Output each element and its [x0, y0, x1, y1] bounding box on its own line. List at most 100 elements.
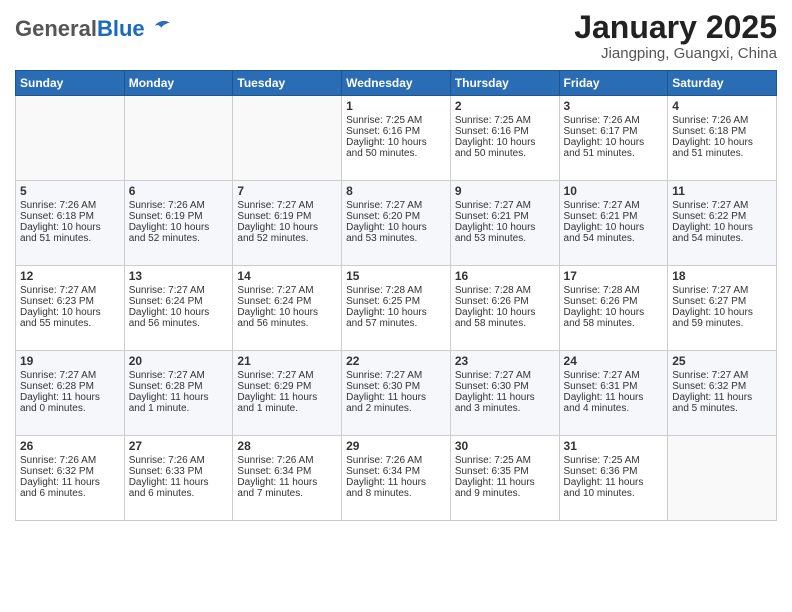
logo-blue-text: Blue: [97, 16, 145, 41]
day-number: 15: [346, 269, 446, 283]
calendar-week-row: 26 Sunrise: 7:26 AM Sunset: 6:32 PM Dayligh…: [16, 436, 777, 521]
calendar-cell: 31 Sunrise: 7:25 AMSunset: 6:36 PMDayligh…: [559, 436, 668, 521]
calendar-cell: 10Sunrise: 7:27 AMSunset: 6:21 PMDayligh…: [559, 181, 668, 266]
day-number: 30: [455, 439, 555, 453]
day-info-line: Sunrise: 7:25 AM: [455, 455, 555, 466]
day-info-line: Daylight: 10 hours: [237, 222, 337, 233]
day-info-line: Daylight: 10 hours: [237, 307, 337, 318]
day-info-line: Sunset: 6:36 PM: [564, 466, 664, 477]
day-number: 14: [237, 269, 337, 283]
day-info-line: Sunset: 6:30 PM: [346, 381, 446, 392]
day-number: 28: [237, 439, 337, 453]
day-info-line: Sunrise: 7:27 AM: [237, 200, 337, 211]
day-info-line: and 50 minutes.: [346, 148, 446, 159]
calendar-cell: 2Sunrise: 7:25 AMSunset: 6:16 PMDaylight…: [450, 96, 559, 181]
day-info-line: Sunset: 6:35 PM: [455, 466, 555, 477]
calendar-cell: 18Sunrise: 7:27 AMSunset: 6:27 PMDayligh…: [668, 266, 777, 351]
day-info-line: Daylight: 10 hours: [455, 137, 555, 148]
day-number: 9: [455, 184, 555, 198]
calendar-cell: [233, 96, 342, 181]
calendar-week-row: 12Sunrise: 7:27 AMSunset: 6:23 PMDayligh…: [16, 266, 777, 351]
day-info-line: Sunset: 6:21 PM: [564, 211, 664, 222]
day-info-line: and 1 minute.: [237, 403, 337, 414]
day-info-line: Daylight: 10 hours: [672, 307, 772, 318]
day-number: 19: [20, 354, 120, 368]
day-info-line: and 8 minutes.: [346, 488, 446, 499]
day-info-line: Daylight: 10 hours: [672, 222, 772, 233]
day-number: 24: [564, 354, 664, 368]
logo: GeneralBlue: [15, 16, 173, 40]
day-info-line: Sunrise: 7:25 AM: [564, 455, 664, 466]
day-info-line: Sunset: 6:32 PM: [672, 381, 772, 392]
day-number: 22: [346, 354, 446, 368]
day-info-line: Sunrise: 7:27 AM: [672, 370, 772, 381]
day-info-line: Sunset: 6:24 PM: [129, 296, 229, 307]
day-info-line: and 3 minutes.: [455, 403, 555, 414]
day-info-line: and 54 minutes.: [564, 233, 664, 244]
day-info-line: Sunrise: 7:28 AM: [564, 285, 664, 296]
calendar-cell: 7Sunrise: 7:27 AMSunset: 6:19 PMDaylight…: [233, 181, 342, 266]
header-day-sunday: Sunday: [16, 71, 125, 96]
day-info-line: and 54 minutes.: [672, 233, 772, 244]
day-info-line: Sunset: 6:31 PM: [564, 381, 664, 392]
day-info-line: Daylight: 11 hours: [455, 477, 555, 488]
day-info-line: Sunrise: 7:27 AM: [346, 200, 446, 211]
day-info-line: Sunrise: 7:26 AM: [20, 200, 120, 211]
calendar-cell: [16, 96, 125, 181]
day-info-line: and 4 minutes.: [564, 403, 664, 414]
day-info-line: Sunset: 6:16 PM: [455, 126, 555, 137]
day-info-line: and 52 minutes.: [237, 233, 337, 244]
calendar-cell: 12Sunrise: 7:27 AMSunset: 6:23 PMDayligh…: [16, 266, 125, 351]
day-info-line: and 57 minutes.: [346, 318, 446, 329]
day-info-line: Daylight: 10 hours: [346, 307, 446, 318]
day-info-line: Sunset: 6:25 PM: [346, 296, 446, 307]
calendar-cell: 28Sunrise: 7:26 AMSunset: 6:34 PMDayligh…: [233, 436, 342, 521]
day-number: 21: [237, 354, 337, 368]
calendar-cell: 29Sunrise: 7:26 AMSunset: 6:34 PMDayligh…: [342, 436, 451, 521]
day-info-line: Sunset: 6:20 PM: [346, 211, 446, 222]
calendar-cell: 3Sunrise: 7:26 AMSunset: 6:17 PMDaylight…: [559, 96, 668, 181]
calendar-cell: 26Sunrise: 7:26 AMSunset: 6:32 PMDayligh…: [16, 436, 125, 521]
day-info-line: Sunset: 6:22 PM: [672, 211, 772, 222]
day-info-line: and 58 minutes.: [455, 318, 555, 329]
day-number: 17: [564, 269, 664, 283]
day-info-line: and 6 minutes.: [20, 488, 120, 499]
calendar-header-row: SundayMondayTuesdayWednesdayThursdayFrid…: [16, 71, 777, 96]
header-day-saturday: Saturday: [668, 71, 777, 96]
day-info-line: Sunrise: 7:27 AM: [237, 285, 337, 296]
day-info-line: and 56 minutes.: [237, 318, 337, 329]
day-info-line: Daylight: 11 hours: [672, 392, 772, 403]
day-info-line: Daylight: 10 hours: [20, 222, 120, 233]
day-info-line: Sunset: 6:28 PM: [20, 381, 120, 392]
day-info-line: Sunrise: 7:28 AM: [455, 285, 555, 296]
day-info-line: Sunrise: 7:27 AM: [455, 370, 555, 381]
day-info-line: Daylight: 10 hours: [129, 307, 229, 318]
day-info-line: Sunrise: 7:26 AM: [129, 455, 229, 466]
day-info-line: Daylight: 11 hours: [129, 392, 229, 403]
day-number: 31: [564, 439, 664, 453]
header-day-tuesday: Tuesday: [233, 71, 342, 96]
month-title: January 2025: [574, 10, 777, 45]
logo-bird-icon: [153, 16, 173, 36]
calendar-cell: 25Sunrise: 7:27 AMSunset: 6:32 PMDayligh…: [668, 351, 777, 436]
day-info-line: Daylight: 11 hours: [564, 477, 664, 488]
day-info-line: Sunrise: 7:26 AM: [564, 115, 664, 126]
day-info-line: and 53 minutes.: [455, 233, 555, 244]
day-info-line: and 51 minutes.: [20, 233, 120, 244]
day-info-line: Sunset: 6:19 PM: [237, 211, 337, 222]
calendar-cell: 14Sunrise: 7:27 AMSunset: 6:24 PMDayligh…: [233, 266, 342, 351]
day-number: 26: [20, 439, 120, 453]
calendar-cell: 6Sunrise: 7:26 AMSunset: 6:19 PMDaylight…: [124, 181, 233, 266]
day-info-line: Sunset: 6:19 PM: [129, 211, 229, 222]
day-info-line: and 2 minutes.: [346, 403, 446, 414]
calendar-cell: 20Sunrise: 7:27 AMSunset: 6:28 PMDayligh…: [124, 351, 233, 436]
day-info-line: Sunset: 6:26 PM: [564, 296, 664, 307]
day-info-line: Sunset: 6:16 PM: [346, 126, 446, 137]
day-info-line: Sunset: 6:18 PM: [20, 211, 120, 222]
day-info-line: Sunrise: 7:27 AM: [672, 285, 772, 296]
day-info-line: and 53 minutes.: [346, 233, 446, 244]
day-info-line: Sunset: 6:32 PM: [20, 466, 120, 477]
day-number: 2: [455, 99, 555, 113]
day-number: 27: [129, 439, 229, 453]
location-subtitle: Jiangping, Guangxi, China: [574, 45, 777, 62]
